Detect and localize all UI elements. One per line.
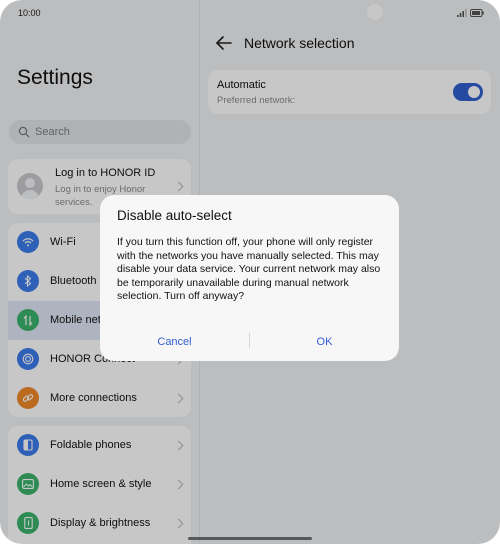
cancel-button[interactable]: Cancel (100, 323, 249, 361)
disable-auto-select-dialog: Disable auto-select If you turn this fun… (100, 195, 399, 361)
device-screen: 10:00 Settings Search Log in to HONOR ID… (0, 0, 500, 544)
ok-button[interactable]: OK (250, 323, 399, 361)
dialog-message: If you turn this function off, your phon… (117, 236, 381, 303)
button-divider (249, 333, 250, 348)
dialog-title: Disable auto-select (117, 208, 232, 223)
